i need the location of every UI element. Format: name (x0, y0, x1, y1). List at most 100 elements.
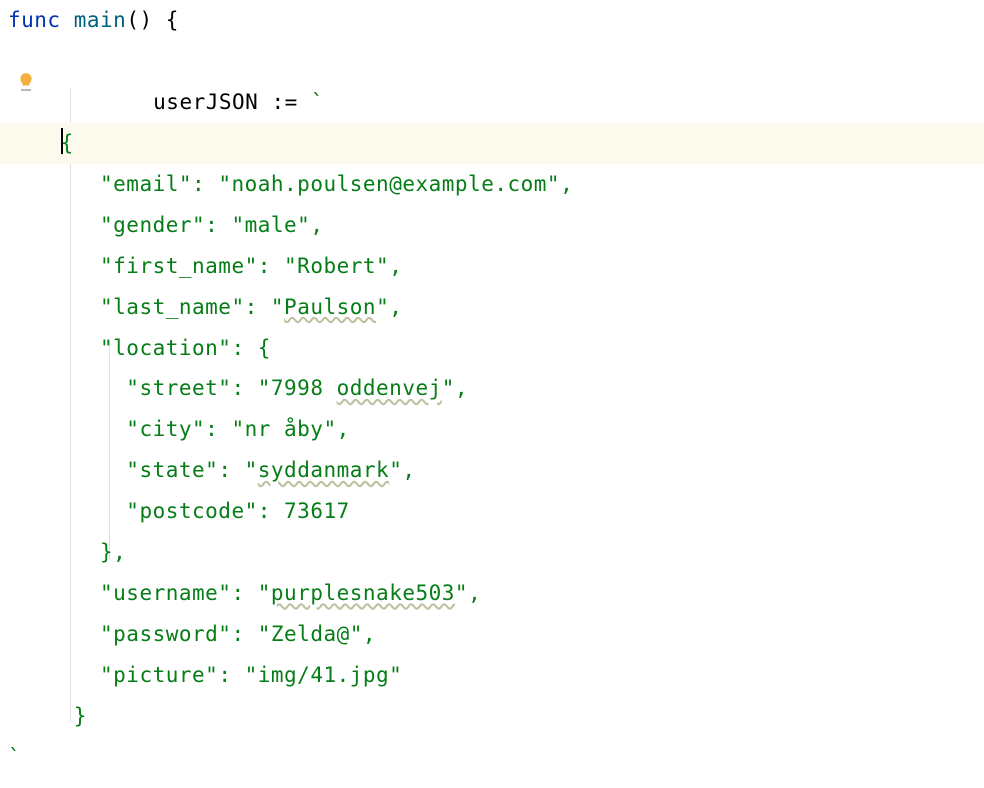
quote: " (271, 295, 284, 319)
comma: , (455, 376, 468, 400)
json-value: "Robert" (284, 254, 389, 278)
json-key: "last_name" (100, 295, 245, 319)
colon: : (231, 622, 257, 646)
code-line[interactable]: "email": "noah.poulsen@example.com", (0, 164, 984, 205)
indent (8, 172, 100, 196)
json-brace-open: { (258, 336, 271, 360)
code-line[interactable]: "first_name": "Robert", (0, 246, 984, 287)
colon: : (218, 458, 244, 482)
code-line[interactable]: "state": "syddanmark", (0, 450, 984, 491)
code-line[interactable]: ` (0, 737, 984, 778)
quote: " (389, 458, 402, 482)
json-key: "city" (126, 417, 205, 441)
typo-word: syddanmark (258, 458, 389, 482)
json-value: "Zelda@" (258, 622, 363, 646)
typo-word: Paulson (284, 295, 376, 319)
indent (8, 131, 61, 155)
code-line[interactable]: "picture": "img/41.jpg" (0, 655, 984, 696)
comma: , (363, 622, 376, 646)
json-value: "img/41.jpg" (245, 663, 403, 687)
json-key: "username" (100, 581, 231, 605)
brace-open: { (153, 8, 179, 32)
json-value: "nr åby" (231, 417, 336, 441)
code-line[interactable]: } (0, 696, 984, 737)
backtick-open: ` (311, 90, 324, 114)
json-key: "location" (100, 336, 231, 360)
code-line[interactable]: "location": { (0, 328, 984, 369)
json-key: "first_name" (100, 254, 258, 278)
comma: , (310, 213, 323, 237)
code-line[interactable]: }, (0, 532, 984, 573)
code-line[interactable]: "username": "purplesnake503", (0, 573, 984, 614)
colon: : (231, 376, 257, 400)
indent (101, 90, 154, 114)
space (61, 8, 74, 32)
code-editor[interactable]: func main() { userJSON := ` { "email": "… (0, 0, 984, 778)
colon: : (218, 663, 244, 687)
json-key: "password" (100, 622, 231, 646)
json-key: "state" (126, 458, 218, 482)
value-prefix: "7998 (258, 376, 337, 400)
code-line[interactable]: "gender": "male", (0, 205, 984, 246)
code-line[interactable]: "last_name": "Paulson", (0, 287, 984, 328)
quote: " (245, 458, 258, 482)
json-value: "noah.poulsen@example.com" (218, 172, 560, 196)
code-line[interactable]: userJSON := ` (0, 41, 984, 123)
code-line-highlighted[interactable]: { (0, 123, 984, 164)
indent (8, 458, 126, 482)
indent (8, 254, 100, 278)
quote: " (376, 295, 389, 319)
json-key: "email" (100, 172, 192, 196)
indent (8, 663, 100, 687)
comma: , (389, 254, 402, 278)
colon: : (205, 213, 231, 237)
short-assign: := (258, 90, 311, 114)
json-number: 73617 (284, 499, 350, 523)
indent (8, 417, 126, 441)
json-key: "picture" (100, 663, 218, 687)
quote: " (258, 581, 271, 605)
json-key: "street" (126, 376, 231, 400)
indent (8, 295, 100, 319)
indent (8, 336, 100, 360)
colon: : (258, 254, 284, 278)
backtick-close: ` (8, 745, 21, 769)
colon: : (231, 336, 257, 360)
indent (8, 581, 100, 605)
text-caret (61, 128, 63, 154)
typo-word: oddenvej (337, 376, 442, 400)
comma: , (468, 581, 481, 605)
keyword-func: func (8, 8, 61, 32)
indent (8, 704, 74, 728)
parentheses: () (126, 8, 152, 32)
intention-bulb-icon[interactable] (14, 70, 38, 94)
json-brace-close: }, (100, 540, 126, 564)
identifier: userJSON (153, 90, 258, 114)
colon: : (231, 581, 257, 605)
code-line[interactable]: "password": "Zelda@", (0, 614, 984, 655)
code-line[interactable]: func main() { (0, 0, 984, 41)
json-key: "gender" (100, 213, 205, 237)
typo-word: purplesnake503 (271, 581, 455, 605)
indent (8, 376, 126, 400)
comma: , (560, 172, 573, 196)
colon: : (205, 417, 231, 441)
quote: " (455, 581, 468, 605)
code-line[interactable]: "street": "7998 oddenvej", (0, 368, 984, 409)
indent (8, 540, 100, 564)
function-name: main (74, 8, 127, 32)
colon: : (258, 499, 284, 523)
code-line[interactable]: "city": "nr åby", (0, 409, 984, 450)
code-line[interactable]: "postcode": 73617 (0, 491, 984, 532)
comma: , (337, 417, 350, 441)
indent (8, 499, 126, 523)
quote: " (442, 376, 455, 400)
json-value: "male" (231, 213, 310, 237)
indent (8, 622, 100, 646)
colon: : (192, 172, 218, 196)
json-brace-close: } (74, 704, 87, 728)
indent (8, 213, 100, 237)
comma: , (402, 458, 415, 482)
colon: : (245, 295, 271, 319)
json-key: "postcode" (126, 499, 257, 523)
